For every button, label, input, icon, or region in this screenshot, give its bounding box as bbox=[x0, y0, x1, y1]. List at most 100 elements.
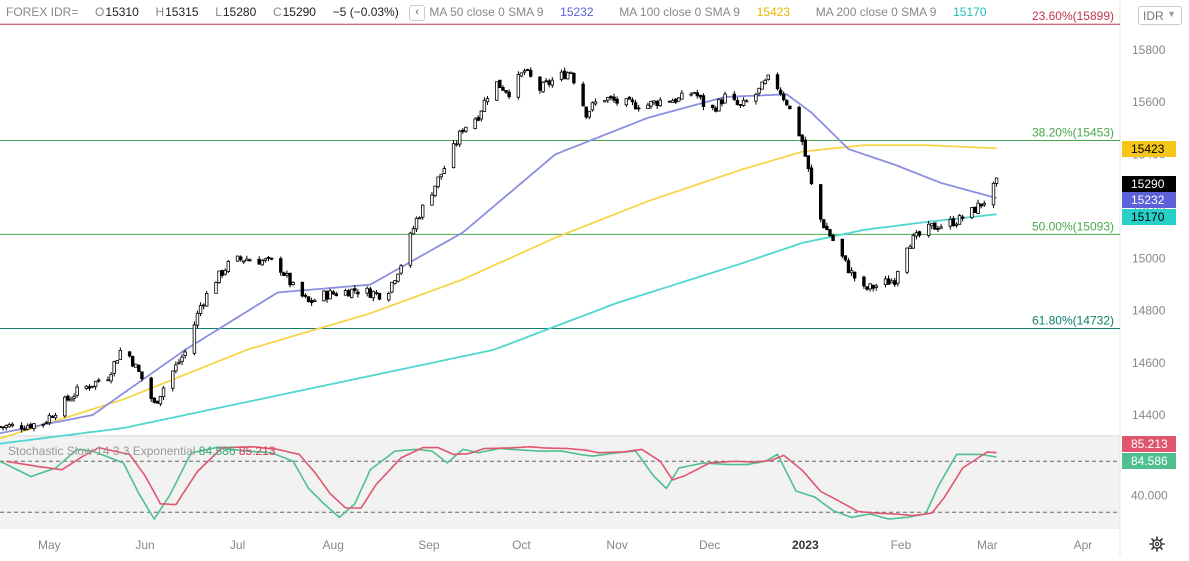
candle-body bbox=[201, 304, 206, 307]
candle-body bbox=[72, 396, 76, 399]
ma50-label: MA 50 close 0 SMA 9 bbox=[429, 5, 544, 20]
candle-body bbox=[951, 218, 956, 227]
candle-body bbox=[390, 281, 394, 293]
candle-body bbox=[106, 379, 110, 382]
candle-body bbox=[569, 71, 573, 74]
candle-body bbox=[309, 300, 314, 304]
candle-body bbox=[22, 428, 27, 431]
currency-select[interactable]: IDR ▼ bbox=[1138, 6, 1182, 25]
candle-body bbox=[130, 356, 135, 367]
candle-body bbox=[883, 278, 888, 286]
x-tick-label: Jul bbox=[230, 538, 245, 552]
candle-body bbox=[19, 425, 24, 430]
stochastic-tag: 84.586 bbox=[1131, 454, 1168, 468]
chart-header: FOREX IDR= O15310 H15315 L15280 C15290 −… bbox=[6, 5, 988, 21]
candle-body bbox=[245, 258, 249, 262]
candle-body bbox=[220, 270, 224, 276]
candle-body bbox=[852, 271, 857, 279]
candle-body bbox=[871, 284, 875, 289]
candle-body bbox=[587, 110, 592, 118]
candle-body bbox=[692, 92, 696, 94]
stochastic-d-value: 85.213 bbox=[238, 444, 276, 458]
candle-body bbox=[698, 94, 703, 98]
candle-body bbox=[291, 282, 295, 285]
candle-body bbox=[612, 96, 616, 101]
candle-body bbox=[581, 83, 585, 107]
candle-body bbox=[584, 106, 588, 118]
candle-body bbox=[994, 177, 999, 184]
candle-body bbox=[825, 225, 829, 231]
candle-body bbox=[893, 280, 897, 285]
candle-body bbox=[266, 256, 271, 259]
candle-body bbox=[979, 203, 983, 207]
candle-body bbox=[269, 257, 274, 260]
candle-body bbox=[50, 416, 55, 418]
candle-body bbox=[862, 276, 866, 287]
candle-body bbox=[865, 286, 869, 290]
candle-body bbox=[198, 305, 203, 314]
candle-body bbox=[732, 93, 737, 100]
candle-body bbox=[195, 312, 200, 326]
candle-body bbox=[636, 107, 641, 110]
y-tick-label: 15000 bbox=[1132, 252, 1166, 266]
x-tick-label: Apr bbox=[1074, 538, 1093, 552]
candle-body bbox=[93, 380, 98, 387]
candle-body bbox=[285, 273, 289, 276]
candle-body bbox=[757, 87, 761, 94]
collapse-legend-button[interactable]: ‹ bbox=[409, 5, 426, 21]
high-value: 15315 bbox=[165, 5, 199, 20]
x-tick-label: Sep bbox=[418, 538, 440, 552]
candle-body bbox=[350, 288, 354, 298]
candle-body bbox=[504, 90, 508, 93]
candle-body bbox=[97, 379, 101, 382]
candle-body bbox=[26, 425, 30, 430]
candle-body bbox=[982, 203, 986, 206]
candle-body bbox=[723, 93, 727, 104]
candle-body bbox=[976, 202, 980, 214]
candle-body bbox=[741, 99, 746, 106]
candle-body bbox=[720, 99, 724, 105]
candle-body bbox=[806, 155, 811, 170]
chart-area[interactable]: 23.60%(15899) 38.20%(15453) 50.00%(15093) 6… bbox=[0, 0, 1189, 556]
fib-level-label: 38.20%(15453) bbox=[1032, 125, 1114, 139]
settings-gear-icon[interactable] bbox=[1149, 536, 1165, 552]
y-tick-label: 14600 bbox=[1132, 356, 1166, 370]
candle-body bbox=[75, 386, 79, 396]
candle-body bbox=[84, 385, 89, 389]
candle-body bbox=[282, 272, 286, 276]
candle-body bbox=[822, 219, 826, 228]
candle-body bbox=[433, 185, 437, 196]
open-value: 15310 bbox=[105, 5, 139, 20]
candle-body bbox=[473, 118, 477, 129]
y-tick-label: 15600 bbox=[1132, 95, 1166, 109]
x-tick-label: Jun bbox=[135, 538, 154, 552]
candle-body bbox=[242, 260, 246, 263]
stochastic-title: Stochastic Slow 14 3 3 Exponential bbox=[8, 444, 196, 458]
chart-svg[interactable]: 23.60%(15899) 38.20%(15453) 50.00%(15093) 6… bbox=[0, 0, 1189, 556]
candle-body bbox=[353, 288, 357, 291]
candle-body bbox=[624, 98, 629, 106]
close-value: 15290 bbox=[282, 5, 316, 20]
candle-body bbox=[711, 104, 715, 108]
candle-body bbox=[365, 287, 369, 294]
y-tick-label: 14400 bbox=[1132, 408, 1166, 422]
candle-body bbox=[177, 361, 181, 364]
candle-body bbox=[4, 425, 8, 428]
candle-body bbox=[69, 398, 73, 402]
candle-body bbox=[171, 370, 175, 389]
candle-body bbox=[63, 396, 67, 417]
candle-body bbox=[479, 110, 484, 120]
candle-body bbox=[485, 98, 490, 103]
candle-body bbox=[417, 217, 422, 220]
x-tick-label: Dec bbox=[699, 538, 720, 552]
candle-body bbox=[411, 228, 416, 235]
candle-body bbox=[538, 76, 542, 91]
change-value: −5 (−0.03%) bbox=[332, 5, 399, 20]
candle-body bbox=[90, 385, 95, 388]
candle-body bbox=[677, 97, 681, 102]
candle-body bbox=[701, 95, 706, 107]
candle-body bbox=[223, 270, 227, 275]
candle-body bbox=[606, 97, 610, 101]
candle-body bbox=[393, 280, 397, 284]
candle-body bbox=[137, 365, 141, 372]
